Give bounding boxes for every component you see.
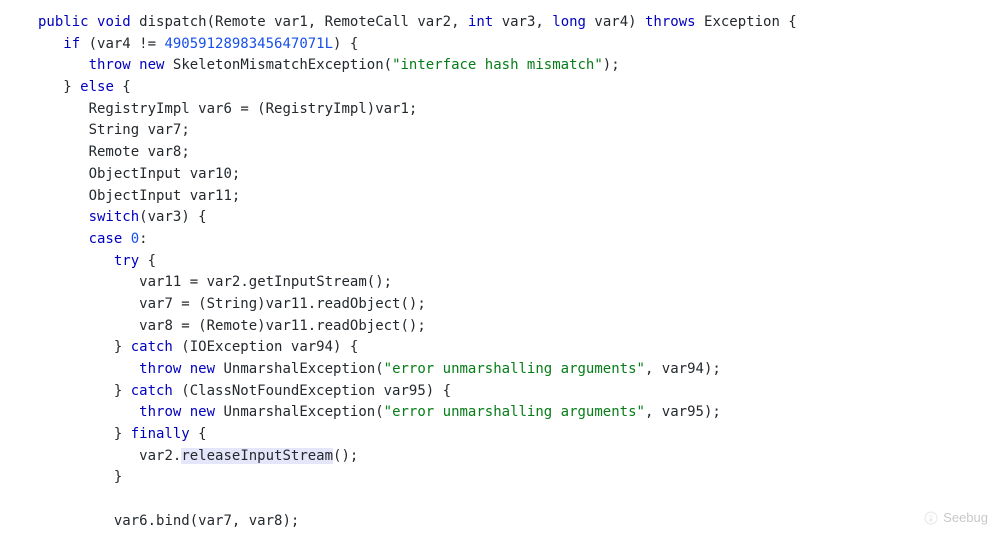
getinputstream-call: getInputStream [249,274,367,290]
param-var3: var3 [502,14,536,30]
keyword-new: new [139,57,164,73]
unmarshal-exception2: UnmarshalException [223,404,375,420]
type-registryimpl: RegistryImpl [89,101,190,117]
readobject-call2: readObject [316,318,400,334]
var95-decl: var95 [384,383,426,399]
keyword-new2: new [190,361,215,377]
param-var2: var2 [417,14,451,30]
string-unmarshal2: "error unmarshalling arguments" [384,404,645,420]
keyword-case: case [89,231,123,247]
keyword-new3: new [190,404,215,420]
releaseinputstream-call: releaseInputStream [181,448,333,464]
type-remote: Remote [215,14,266,30]
var95-ref: var95 [662,404,704,420]
cast-registryimpl: RegistryImpl [266,101,367,117]
type-remotecall: RemoteCall [325,14,409,30]
var94-decl: var94 [291,339,333,355]
seebug-icon [923,510,939,526]
skeleton-exception: SkeletonMismatchException [173,57,384,73]
type-remote-decl: Remote [89,144,140,160]
keyword-throw: throw [89,57,131,73]
var8-decl: var8 [148,144,182,160]
watermark: Seebug [923,508,988,528]
ioexception-type: IOException [190,339,283,355]
keyword-else: else [80,79,114,95]
keyword-void: void [97,14,131,30]
code-block: public void dispatch(Remote var1, Remote… [38,12,1000,533]
keyword-switch: switch [89,209,140,225]
keyword-finally: finally [131,426,190,442]
keyword-int: int [468,14,493,30]
var11-ref2: var11 [266,318,308,334]
var8-arg: var8 [249,513,283,529]
keyword-throw2: throw [139,361,181,377]
keyword-if: if [63,36,80,52]
readobject-call1: readObject [316,296,400,312]
var10-decl: var10 [190,166,232,182]
cast-remote: Remote [207,318,258,334]
hash-constant: 4905912898345647071L [164,36,333,52]
string-unmarshal1: "error unmarshalling arguments" [384,361,645,377]
param-var4: var4 [594,14,628,30]
bind-call: bind [156,513,190,529]
keyword-catch1: catch [131,339,173,355]
var2-ref1: var2 [207,274,241,290]
type-objectinput1: ObjectInput [89,166,182,182]
keyword-catch2: catch [131,383,173,399]
type-string: String [89,122,140,138]
var11-assign: var11 [139,274,181,290]
keyword-throws: throws [645,14,696,30]
unmarshal-exception1: UnmarshalException [223,361,375,377]
param-var1: var1 [274,14,308,30]
keyword-throw3: throw [139,404,181,420]
string-interface-mismatch: "interface hash mismatch" [392,57,603,73]
case-zero: 0 [131,231,139,247]
var11-ref1: var11 [266,296,308,312]
var2-ref2: var2 [139,448,173,464]
var7-assign: var7 [139,296,173,312]
keyword-public: public [38,14,89,30]
var4-ref: var4 [97,36,131,52]
method-name: dispatch [139,14,206,30]
watermark-text: Seebug [943,508,988,528]
var11-decl: var11 [190,188,232,204]
type-exception: Exception [704,14,780,30]
keyword-try: try [114,253,139,269]
classnotfound-type: ClassNotFoundException [190,383,375,399]
cast-string: String [207,296,258,312]
var8-assign: var8 [139,318,173,334]
var6-ref: var6 [114,513,148,529]
var7-decl: var7 [148,122,182,138]
var1-ref: var1 [375,101,409,117]
type-objectinput2: ObjectInput [89,188,182,204]
var3-ref: var3 [148,209,182,225]
var7-arg: var7 [198,513,232,529]
var94-ref: var94 [662,361,704,377]
keyword-long: long [552,14,586,30]
var6-decl: var6 [198,101,232,117]
